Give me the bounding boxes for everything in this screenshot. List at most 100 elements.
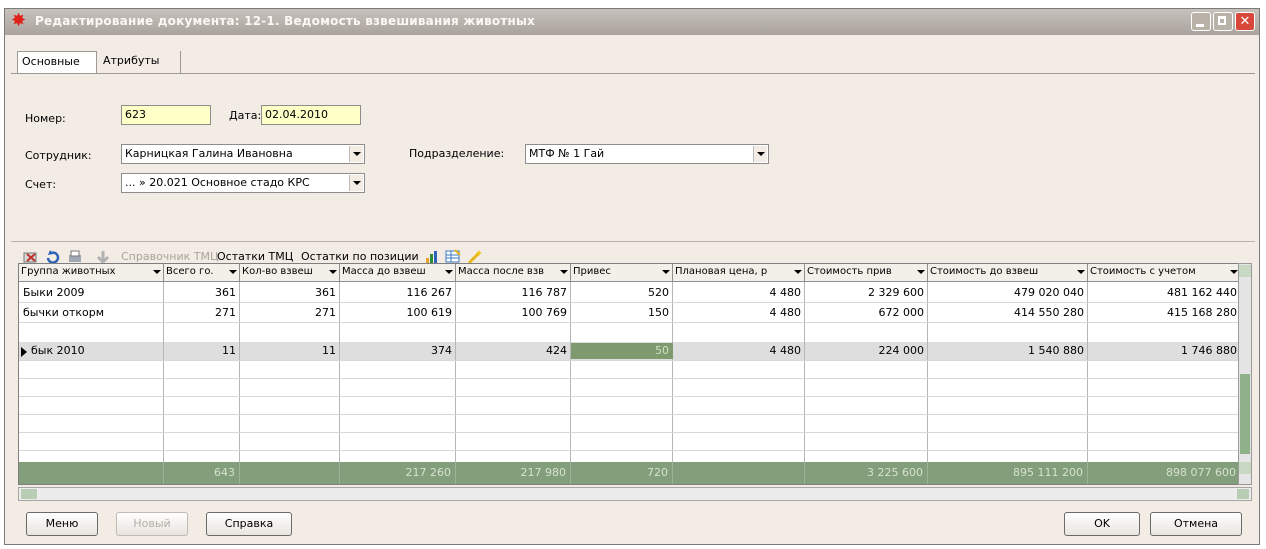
header-label: Стоимость до взвеш: [930, 266, 1039, 277]
header-gain[interactable]: Привес: [571, 264, 673, 282]
chevron-down-icon[interactable]: [1230, 270, 1238, 274]
scroll-thumb[interactable]: [1240, 374, 1250, 454]
cell-animal-group[interactable]: бык 2010: [27, 343, 164, 359]
employee-select[interactable]: Карницкая Галина Ивановна: [121, 144, 365, 164]
reference-tmc-button[interactable]: Справочник ТМЦ: [121, 250, 219, 263]
row-divider: [19, 396, 1239, 397]
horizontal-scrollbar[interactable]: [18, 487, 1252, 501]
chevron-down-icon[interactable]: [753, 146, 767, 162]
chevron-down-icon[interactable]: [1077, 270, 1085, 274]
chevron-down-icon[interactable]: [445, 270, 453, 274]
tab-main[interactable]: Основные: [17, 51, 97, 73]
cell-mass-before[interactable]: 100 619: [340, 305, 456, 321]
cell-animal-group[interactable]: бычки откорм: [19, 305, 164, 321]
cell-gain-cost[interactable]: 224 000: [805, 343, 928, 359]
header-label: Кол-во взвеш: [242, 266, 313, 277]
ok-button[interactable]: OK: [1064, 512, 1140, 536]
total-cost-before: 895 111 200: [928, 462, 1088, 484]
header-cost-before[interactable]: Стоимость до взвеш: [928, 264, 1088, 282]
cell-total-heads[interactable]: 11: [164, 343, 240, 359]
totals-row: 643 217 260 217 980 720 3 225 600 895 11…: [19, 462, 1239, 484]
cell-total-heads[interactable]: 271: [164, 305, 240, 321]
cell-gain[interactable]: 150: [571, 305, 673, 321]
account-select[interactable]: ... » 20.021 Основное стадо КРС: [121, 173, 365, 193]
header-weighed-count[interactable]: Кол-во взвеш: [240, 264, 340, 282]
menu-button[interactable]: Меню: [26, 512, 98, 536]
division-label: Подразделение:: [409, 147, 505, 160]
cell-gain[interactable]: 520: [571, 285, 673, 301]
cell-cost-with[interactable]: 1 746 880: [1088, 343, 1239, 359]
header-animal-group[interactable]: Группа животных: [19, 264, 164, 282]
total-mass-after: 217 980: [456, 462, 571, 484]
total-animal-group: [19, 462, 164, 484]
header-planned-price[interactable]: Плановая цена, р: [673, 264, 805, 282]
vertical-scrollbar[interactable]: [1238, 263, 1252, 485]
header-label: Масса до взвеш: [342, 266, 426, 277]
help-button[interactable]: Справка: [206, 512, 292, 536]
cell-animal-group[interactable]: Быки 2009: [19, 285, 164, 301]
header-label: Масса после взв: [458, 266, 545, 277]
header-label: Стоимость с учетом: [1090, 266, 1196, 277]
scroll-down-icon[interactable]: [1239, 462, 1251, 474]
cell-cost-before[interactable]: 414 550 280: [928, 305, 1088, 321]
cell-weighed-count[interactable]: 271: [240, 305, 340, 321]
cell-mass-before[interactable]: 116 267: [340, 285, 456, 301]
header-label: Всего го.: [166, 266, 214, 277]
total-heads: 643: [164, 462, 240, 484]
header-mass-after[interactable]: Масса после взв: [456, 264, 571, 282]
total-gain-cost: 3 225 600: [805, 462, 928, 484]
scroll-right-icon[interactable]: [1237, 489, 1249, 499]
chevron-down-icon[interactable]: [153, 270, 161, 274]
number-field[interactable]: 623: [121, 105, 211, 125]
title-bar[interactable]: ✸ Редактирование документа: 12-1. Ведомо…: [5, 9, 1259, 35]
row-divider: [19, 414, 1239, 415]
header-mass-before[interactable]: Масса до взвеш: [340, 264, 456, 282]
cell-mass-after[interactable]: 424: [456, 343, 571, 359]
cell-mass-after[interactable]: 116 787: [456, 285, 571, 301]
cell-gain-cost[interactable]: 2 329 600: [805, 285, 928, 301]
chevron-down-icon[interactable]: [560, 270, 568, 274]
header-total-heads[interactable]: Всего го.: [164, 264, 240, 282]
cell-gain-active[interactable]: 50: [571, 343, 673, 359]
form-panel: Номер: 623 Дата: 02.04.2010 Сотрудник: К…: [11, 73, 1255, 240]
cell-weighed-count[interactable]: 361: [240, 285, 340, 301]
chevron-down-icon[interactable]: [349, 175, 363, 191]
cell-total-heads[interactable]: 361: [164, 285, 240, 301]
stock-by-position-button[interactable]: Остатки по позиции: [301, 250, 419, 263]
chevron-down-icon[interactable]: [662, 270, 670, 274]
cell-cost-with[interactable]: 415 168 280: [1088, 305, 1239, 321]
chevron-down-icon[interactable]: [329, 270, 337, 274]
minimize-button[interactable]: [1191, 12, 1211, 31]
new-button[interactable]: Новый: [116, 512, 188, 536]
tab-attributes[interactable]: Атрибуты: [99, 51, 181, 73]
chevron-down-icon[interactable]: [349, 146, 363, 162]
cell-weighed-count[interactable]: 11: [240, 343, 340, 359]
chevron-down-icon[interactable]: [229, 270, 237, 274]
cell-gain-cost[interactable]: 672 000: [805, 305, 928, 321]
date-field[interactable]: 02.04.2010: [261, 105, 361, 125]
cancel-button[interactable]: Отмена: [1150, 512, 1242, 536]
stock-tmc-button[interactable]: Остатки ТМЦ: [217, 250, 293, 263]
row-divider: [19, 302, 1239, 303]
cell-cost-with[interactable]: 481 162 440: [1088, 285, 1239, 301]
close-button[interactable]: ✕: [1235, 12, 1255, 31]
cell-planned-price[interactable]: 4 480: [673, 305, 805, 321]
cell-mass-before[interactable]: 374: [340, 343, 456, 359]
chevron-down-icon[interactable]: [794, 270, 802, 274]
cell-cost-before[interactable]: 1 540 880: [928, 343, 1088, 359]
cell-planned-price[interactable]: 4 480: [673, 343, 805, 359]
animals-grid[interactable]: Группа животных Всего го. Кол-во взвеш М…: [18, 263, 1240, 485]
header-cost-with[interactable]: Стоимость с учетом: [1088, 264, 1239, 282]
cell-planned-price[interactable]: 4 480: [673, 285, 805, 301]
division-select[interactable]: МТФ № 1 Гай: [525, 144, 769, 164]
cell-mass-after[interactable]: 100 769: [456, 305, 571, 321]
cell-cost-before[interactable]: 479 020 040: [928, 285, 1088, 301]
chevron-down-icon[interactable]: [917, 270, 925, 274]
maximize-button[interactable]: [1213, 12, 1233, 31]
header-label: Привес: [573, 266, 611, 277]
header-gain-cost[interactable]: Стоимость прив: [805, 264, 928, 282]
total-planned-price: [673, 462, 805, 484]
employee-label: Сотрудник:: [25, 149, 92, 162]
scroll-up-icon[interactable]: [1239, 265, 1251, 277]
scroll-left-icon[interactable]: [21, 489, 37, 499]
